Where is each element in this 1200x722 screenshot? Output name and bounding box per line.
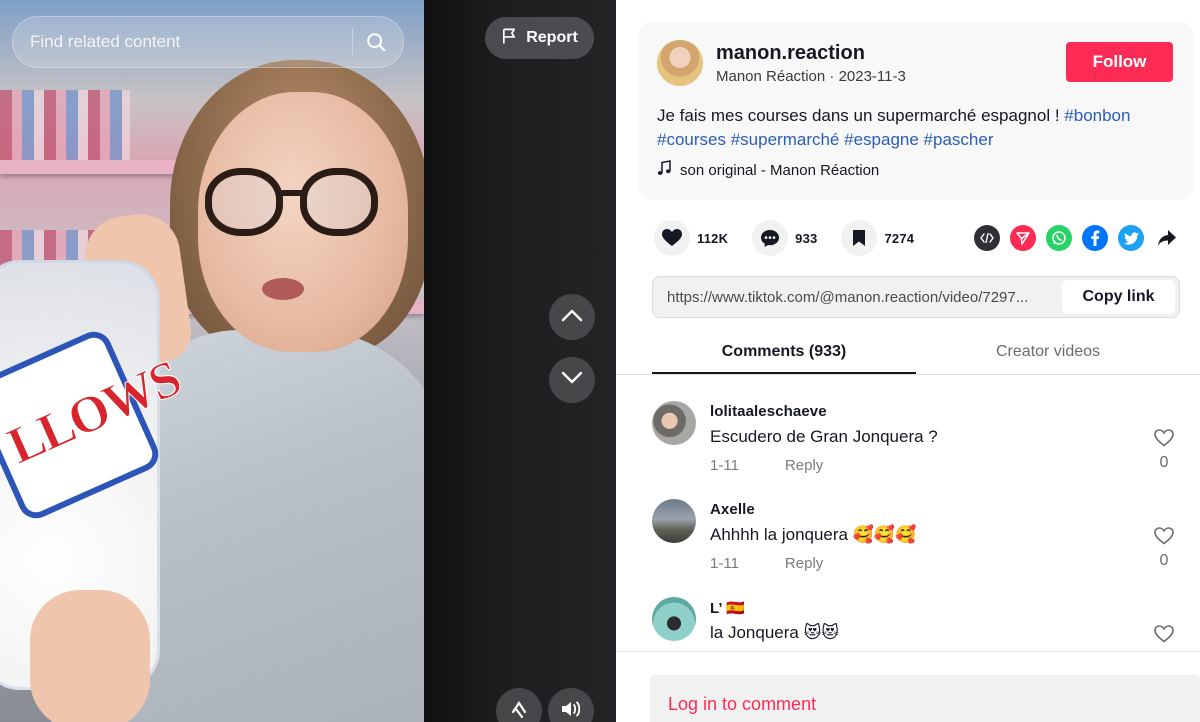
reply-button[interactable]: Reply: [785, 457, 823, 474]
comment-like-button[interactable]: 0: [1152, 429, 1176, 472]
copy-link-button[interactable]: Copy link: [1062, 280, 1175, 314]
comment-like-count: 0: [1159, 454, 1169, 471]
chevron-down-icon: [561, 371, 583, 390]
twitter-icon[interactable]: [1118, 225, 1144, 251]
heart-outline-icon: [1154, 429, 1174, 451]
like-button[interactable]: 112K: [654, 220, 728, 256]
login-to-comment-label: Log in to comment: [668, 694, 817, 714]
report-label: Report: [526, 29, 578, 46]
comment-bubble-icon: [752, 220, 789, 256]
comment-username[interactable]: Axelle: [710, 501, 755, 518]
comment-list: lolitaaleschaeve Escudero de Gran Jonque…: [616, 375, 1200, 651]
video-url[interactable]: https://www.tiktok.com/@manon.reaction/v…: [653, 289, 1062, 306]
description-text: Je fais mes courses dans un supermarché …: [657, 106, 1065, 125]
hashtag-link[interactable]: #espagne: [844, 130, 919, 149]
whatsapp-icon[interactable]: [1046, 225, 1072, 251]
hashtag-link[interactable]: #courses: [657, 130, 726, 149]
hashtag-link[interactable]: #pascher: [924, 130, 994, 149]
share-arrow-icon[interactable]: [1154, 225, 1180, 251]
share-buttons: [974, 225, 1180, 251]
glasses-lens-right: [300, 168, 378, 236]
heart-outline-icon: [1154, 625, 1174, 647]
favorite-button[interactable]: 7274: [841, 220, 914, 256]
comment-like-count: 0: [1159, 552, 1169, 569]
search-divider: [352, 28, 353, 56]
video-link-box: https://www.tiktok.com/@manon.reaction/v…: [652, 276, 1180, 318]
comment-input-divider: [616, 651, 1200, 652]
comment-button[interactable]: 933: [752, 220, 817, 256]
music-link[interactable]: son original - Manon Réaction: [657, 160, 879, 180]
hashtag-link[interactable]: #bonbon: [1064, 106, 1130, 125]
author-subtitle: Manon Réaction · 2023-11-3: [716, 68, 906, 85]
reply-button[interactable]: Reply: [785, 555, 823, 572]
report-button[interactable]: Report: [485, 17, 594, 59]
video-player[interactable]: LLOWS Report: [0, 0, 616, 722]
picture-in-picture-icon: [508, 698, 530, 722]
glasses-bridge: [280, 190, 304, 196]
search-bar[interactable]: [12, 16, 404, 68]
shelf-products: [0, 90, 130, 160]
previous-video-button[interactable]: [549, 294, 595, 340]
music-title: son original - Manon Réaction: [680, 161, 880, 179]
comment-like-button[interactable]: [1152, 625, 1176, 648]
volume-icon: [559, 698, 583, 722]
author-username[interactable]: manon.reaction: [716, 42, 865, 65]
engagement-bar: 112K 933 7274: [654, 219, 938, 257]
music-note-icon: [657, 160, 671, 180]
comment-avatar[interactable]: [652, 597, 696, 641]
comment-like-button[interactable]: 0: [1152, 527, 1176, 570]
save-count: 7274: [884, 230, 915, 246]
login-to-comment-button[interactable]: Log in to comment: [650, 675, 1200, 722]
heart-icon: [654, 220, 690, 256]
comments-tabs: Comments (933) Creator videos: [652, 330, 1180, 374]
next-video-button[interactable]: [549, 357, 595, 403]
comment-count: 933: [795, 230, 818, 246]
person-mouth: [262, 278, 304, 300]
glasses-lens-left: [205, 168, 283, 236]
embed-icon[interactable]: [974, 225, 1000, 251]
tab-comments[interactable]: Comments (933): [652, 330, 916, 374]
facebook-icon[interactable]: [1082, 225, 1108, 251]
comment-meta: 1-11 Reply: [710, 555, 823, 572]
send-icon[interactable]: [1010, 225, 1036, 251]
search-input[interactable]: [30, 32, 352, 52]
bookmark-icon: [841, 220, 878, 256]
comment-text: Ahhhh la jonquera 🥰🥰🥰: [710, 525, 917, 544]
author-card: manon.reaction Manon Réaction · 2023-11-…: [639, 22, 1193, 200]
comment-date: 1-11: [710, 457, 739, 474]
details-panel: manon.reaction Manon Réaction · 2023-11-…: [616, 0, 1200, 722]
comment-username[interactable]: L’ 🇪🇸: [710, 599, 745, 617]
author-avatar[interactable]: [657, 40, 703, 86]
like-count: 112K: [697, 230, 729, 246]
comment-avatar[interactable]: [652, 401, 696, 445]
chevron-up-icon: [561, 308, 583, 327]
comment-avatar[interactable]: [652, 499, 696, 543]
flag-icon: [501, 27, 518, 50]
comment-username[interactable]: lolitaaleschaeve: [710, 403, 827, 420]
heart-outline-icon: [1154, 527, 1174, 549]
video-description: Je fais mes courses dans un supermarché …: [657, 104, 1182, 152]
comment-text: Escudero de Gran Jonquera ?: [710, 427, 938, 446]
video-side-gutter: [424, 0, 616, 722]
follow-button[interactable]: Follow: [1066, 42, 1173, 82]
video-frame[interactable]: LLOWS: [0, 0, 424, 722]
comment-text: la Jonquera 😻😻: [710, 623, 840, 642]
hashtag-link[interactable]: #supermarché: [731, 130, 840, 149]
tab-creator-videos[interactable]: Creator videos: [916, 330, 1180, 374]
search-icon[interactable]: [363, 29, 389, 55]
person-hand-holding-bag: [30, 590, 150, 722]
comment-date: 1-11: [710, 555, 739, 572]
comment-meta: 1-11 Reply: [710, 457, 823, 474]
